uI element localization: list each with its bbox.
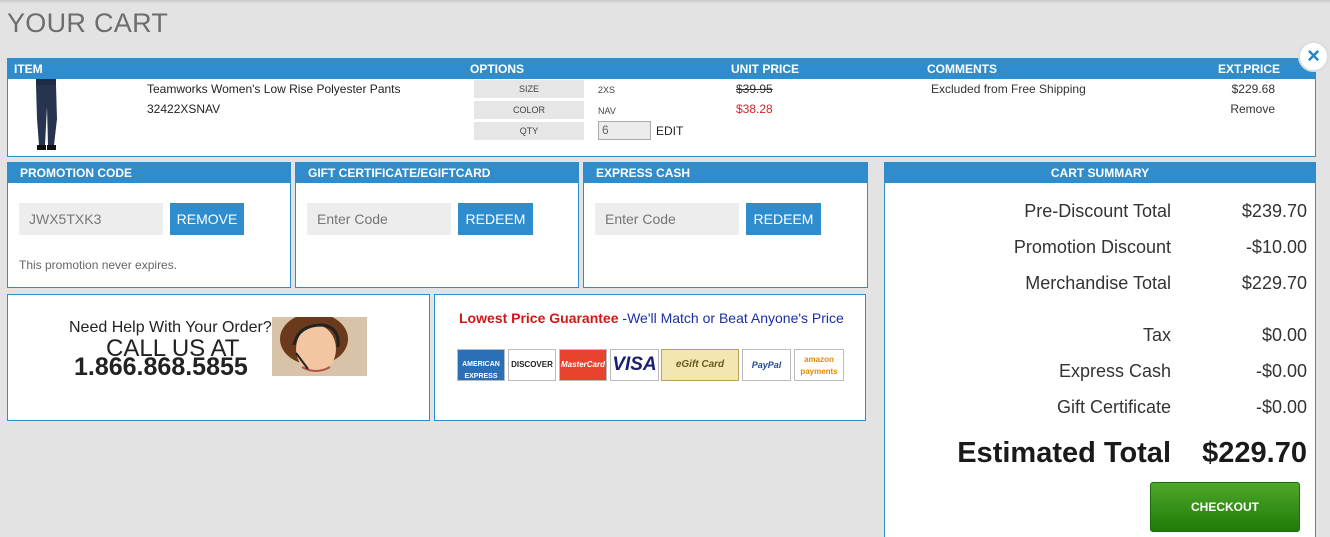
header-unit-price: UNIT PRICE [731,62,800,76]
guarantee-text: Lowest Price Guarantee -We'll Match or B… [459,310,844,326]
gift-title: GIFT CERTIFICATE/EGIFTCARD [296,163,578,183]
summary-value: -$0.00 [1255,397,1307,417]
promotion-title: PROMOTION CODE [8,163,290,183]
support-agent-photo [272,317,367,376]
option-label-size: SIZE [474,80,584,98]
header-item: ITEM [14,62,43,76]
product-sku: 32422XSNAV [147,102,221,116]
top-shadow [0,0,1330,4]
extended-price: $229.68 [1231,82,1275,96]
item-comment: Excluded from Free Shipping [931,82,1086,96]
header-comments: COMMENTS [927,62,997,76]
original-price: $39.95 [736,82,773,96]
estimated-total-value: $229.70 [1202,437,1307,469]
summary-value: $239.70 [1241,201,1307,221]
egift-card-icon: eGift Card [661,349,739,381]
summary-label: Gift Certificate [1056,397,1171,417]
guarantee-tagline: -We'll Match or Beat Anyone's Price [622,310,844,326]
estimated-total-label: Estimated Total [957,437,1171,469]
remove-promotion-button[interactable]: REMOVE [170,203,244,235]
quantity-input[interactable]: 6 [598,121,651,140]
remove-item-link[interactable]: Remove [1230,102,1275,116]
phone-number[interactable]: 1.866.868.5855 [74,353,248,382]
sale-price: $38.28 [736,102,773,116]
option-label-qty: QTY [474,122,584,140]
checkout-button[interactable]: CHECKOUT [1150,482,1300,532]
summary-value: -$10.00 [1245,237,1307,257]
promotion-note: This promotion never expires. [19,258,178,272]
redeem-express-cash-button[interactable]: REDEEM [746,203,821,235]
cart-summary-panel: CART SUMMARY Pre-Discount Total $239.70 P… [884,162,1316,537]
redeem-gift-button[interactable]: REDEEM [458,203,533,235]
summary-label: Merchandise Total [1025,273,1171,293]
express-cash-panel: EXPRESS CASH REDEEM [583,162,868,288]
promotion-code-field[interactable]: JWX5TXK3 [19,203,163,235]
summary-label: Pre-Discount Total [1024,201,1171,221]
page-title: YOUR CART [7,8,169,38]
summary-label: Tax [1142,325,1171,345]
gift-code-input[interactable] [307,203,451,235]
summary-label: Express Cash [1058,361,1171,381]
header-options: OPTIONS [470,62,525,76]
summary-title: CART SUMMARY [885,163,1315,183]
paypal-icon: PayPal [742,349,791,381]
express-cash-title: EXPRESS CASH [584,163,867,183]
summary-value: $0.00 [1261,325,1307,345]
discover-icon: DISCOVER [508,349,556,381]
option-label-color: COLOR [474,101,584,119]
promotion-code-panel: PROMOTION CODE JWX5TXK3 REMOVE This prom… [7,162,291,288]
summary-value: $229.70 [1241,273,1307,293]
amex-icon: AMERICAN EXPRESS [457,349,505,381]
visa-icon: VISA [610,349,659,381]
table-header: ITEM OPTIONS UNIT PRICE COMMENTS EXT.PRI… [8,59,1315,79]
option-value-size: 2XS [598,85,616,95]
close-icon[interactable]: × [1298,41,1329,72]
help-panel: Need Help With Your Order? CALL US AT 1.… [7,294,430,421]
product-thumbnail[interactable] [30,79,64,151]
option-value-color: NAV [598,106,616,116]
amazon-payments-icon: amazon payments [794,349,844,381]
gift-certificate-panel: GIFT CERTIFICATE/EGIFTCARD REDEEM [295,162,579,288]
summary-label: Promotion Discount [1013,237,1171,257]
product-name[interactable]: Teamworks Women's Low Rise Polyester Pan… [147,82,401,96]
cart-items-table: ITEM OPTIONS UNIT PRICE COMMENTS EXT.PRI… [7,58,1316,157]
price-guarantee-panel: Lowest Price Guarantee -We'll Match or B… [434,294,866,421]
express-cash-input[interactable] [595,203,739,235]
guarantee-headline: Lowest Price Guarantee [459,310,619,326]
edit-quantity-link[interactable]: EDIT [656,124,683,138]
summary-value: -$0.00 [1255,361,1307,381]
header-ext-price: EXT.PRICE [1218,62,1281,76]
mastercard-icon: MasterCard [559,349,607,381]
